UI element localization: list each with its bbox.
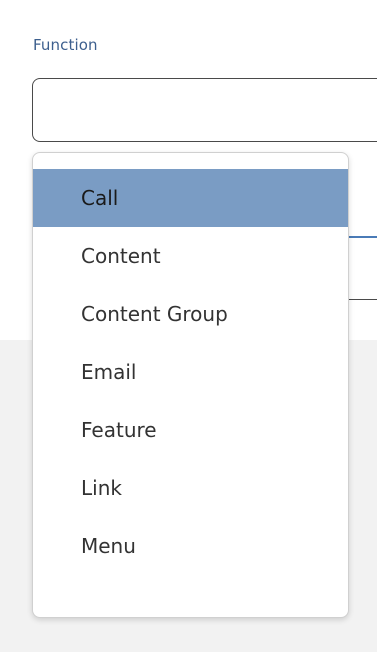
dropdown-option-feature[interactable]: Feature (33, 401, 348, 459)
dropdown-option-content-group[interactable]: Content Group (33, 285, 348, 343)
dropdown-option-link[interactable]: Link (33, 459, 348, 517)
function-field-label: Function (33, 36, 98, 54)
dropdown-option-menu[interactable]: Menu (33, 517, 348, 575)
function-dropdown-list: Call Content Content Group Email Feature… (32, 152, 349, 618)
dropdown-option-call[interactable]: Call (33, 169, 348, 227)
dropdown-option-content[interactable]: Content (33, 227, 348, 285)
page: Function Call Content Content Group Emai… (0, 0, 377, 652)
dropdown-option-email[interactable]: Email (33, 343, 348, 401)
function-select-field[interactable] (32, 78, 377, 142)
